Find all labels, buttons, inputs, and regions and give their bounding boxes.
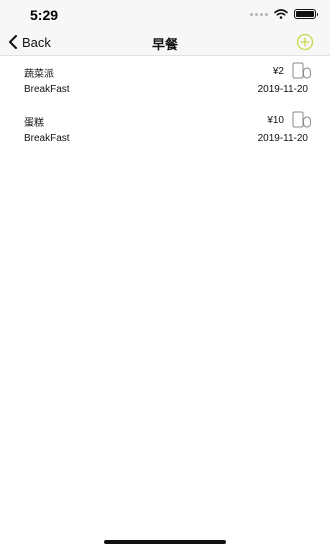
navigation-bar: Back 早餐 bbox=[0, 28, 330, 56]
status-icons bbox=[250, 9, 318, 19]
item-name: 蔬菜派 bbox=[24, 69, 54, 80]
home-indicator[interactable] bbox=[104, 540, 226, 544]
item-name: 蛋糕 bbox=[24, 118, 44, 129]
item-price: ¥10 bbox=[267, 115, 284, 126]
item-date: 2019-11-20 bbox=[257, 133, 308, 144]
status-bar: 5:29 bbox=[0, 0, 330, 28]
battery-icon bbox=[294, 9, 318, 19]
toggle-icon[interactable] bbox=[292, 111, 314, 128]
page-title: 早餐 bbox=[151, 37, 178, 52]
list-item[interactable]: 蛋糕 ¥10 BreakFast 2019-11-20 bbox=[0, 105, 330, 154]
toggle-icon[interactable] bbox=[292, 62, 314, 79]
status-time: 5:29 bbox=[30, 7, 59, 23]
item-list: 蔬菜派 ¥2 BreakFast 2019-11-20 蛋糕 ¥10 Break… bbox=[0, 56, 330, 154]
item-category: BreakFast bbox=[24, 133, 70, 144]
signal-icon bbox=[250, 12, 268, 16]
wifi-icon bbox=[274, 9, 288, 19]
plus-circle-icon bbox=[296, 33, 314, 51]
item-date: 2019-11-20 bbox=[257, 84, 308, 95]
add-button[interactable] bbox=[296, 33, 314, 51]
list-item[interactable]: 蔬菜派 ¥2 BreakFast 2019-11-20 bbox=[0, 56, 330, 105]
item-category: BreakFast bbox=[24, 84, 70, 95]
item-price: ¥2 bbox=[272, 66, 284, 77]
